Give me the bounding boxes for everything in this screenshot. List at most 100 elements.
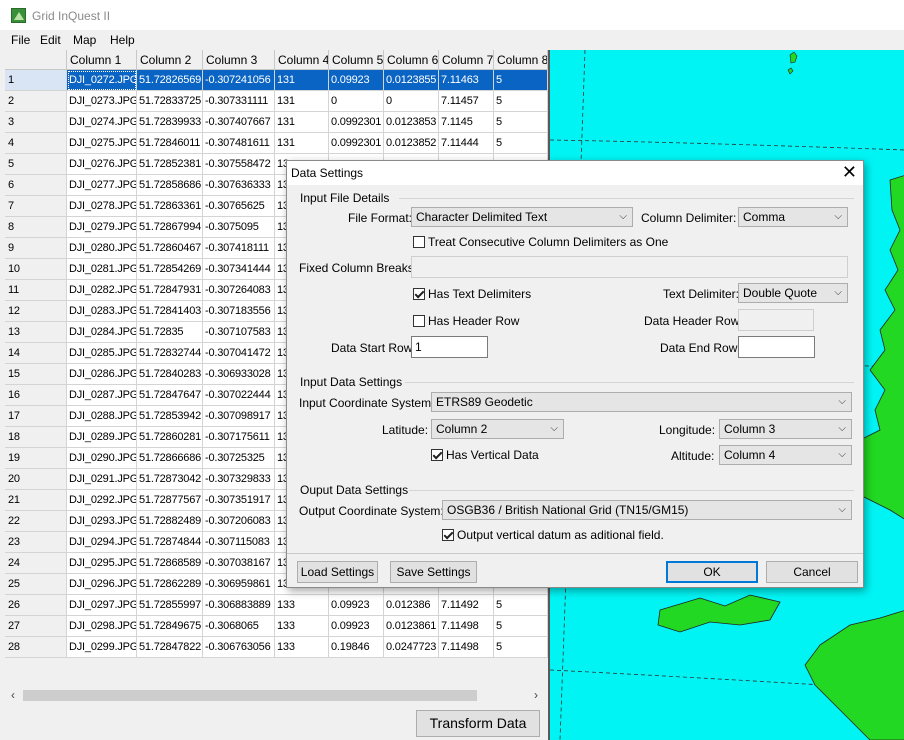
table-row[interactable]: 2 DJI_0273.JPG 51.72833725 -0.307331111 131 0… — [5, 91, 548, 112]
table-cell[interactable]: -0.307351917 — [203, 490, 275, 511]
table-cell[interactable]: 51.72832744 — [137, 343, 203, 364]
table-row[interactable]: 28 DJI_0299.JPG 51.72847822 -0.306763056 133… — [5, 637, 548, 658]
table-cell[interactable]: 51.72847931 — [137, 280, 203, 301]
table-cell[interactable]: 133 — [275, 595, 329, 616]
row-number[interactable]: 27 — [5, 616, 67, 637]
column-header[interactable]: Column 1 — [67, 50, 137, 70]
table-cell[interactable]: -0.307115083 — [203, 532, 275, 553]
table-cell[interactable]: -0.3068065 — [203, 616, 275, 637]
table-cell[interactable]: DJI_0299.JPG — [67, 637, 137, 658]
scrollbar-thumb[interactable] — [23, 690, 477, 701]
row-number[interactable]: 9 — [5, 238, 67, 259]
close-icon[interactable]: ✕ — [842, 162, 857, 182]
table-cell[interactable]: DJI_0274.JPG — [67, 112, 137, 133]
table-cell[interactable]: -0.307636333 — [203, 175, 275, 196]
table-cell[interactable]: 0 — [329, 91, 384, 112]
row-number[interactable]: 10 — [5, 259, 67, 280]
load-settings-button[interactable]: Load Settings — [297, 561, 378, 583]
table-row[interactable]: 26 DJI_0297.JPG 51.72855997 -0.306883889 133… — [5, 595, 548, 616]
scroll-left-icon[interactable]: ‹ — [11, 688, 15, 702]
table-cell[interactable]: 0 — [384, 91, 439, 112]
table-cell[interactable]: DJI_0295.JPG — [67, 553, 137, 574]
save-settings-button[interactable]: Save Settings — [390, 561, 477, 583]
table-cell[interactable]: DJI_0275.JPG — [67, 133, 137, 154]
table-cell[interactable]: 131 — [275, 70, 329, 91]
latitude-select[interactable]: Column 2 ⌵ — [431, 419, 564, 439]
table-cell[interactable]: DJI_0280.JPG — [67, 238, 137, 259]
has-vertical-data-checkbox[interactable] — [431, 449, 443, 461]
table-cell[interactable]: 5 — [494, 70, 548, 91]
row-number[interactable]: 3 — [5, 112, 67, 133]
table-cell[interactable]: 0.0247723 — [384, 637, 439, 658]
table-cell[interactable]: -0.307341444 — [203, 259, 275, 280]
table-cell[interactable]: DJI_0276.JPG — [67, 154, 137, 175]
table-cell[interactable]: 7.11463 — [439, 70, 494, 91]
row-number[interactable]: 26 — [5, 595, 67, 616]
table-cell[interactable]: -0.307558472 — [203, 154, 275, 175]
table-cell[interactable]: 133 — [275, 637, 329, 658]
table-cell[interactable]: -0.307264083 — [203, 280, 275, 301]
row-number[interactable]: 8 — [5, 217, 67, 238]
table-row[interactable]: 4 DJI_0275.JPG 51.72846011 -0.307481611 131 0… — [5, 133, 548, 154]
table-cell[interactable]: 5 — [494, 112, 548, 133]
table-cell[interactable]: 51.72874844 — [137, 532, 203, 553]
row-number[interactable]: 13 — [5, 322, 67, 343]
table-cell[interactable]: 51.72849675 — [137, 616, 203, 637]
table-cell[interactable]: 51.72873042 — [137, 469, 203, 490]
table-cell[interactable]: 51.72840283 — [137, 364, 203, 385]
table-corner-header[interactable] — [5, 50, 67, 70]
transform-data-button[interactable]: Transform Data — [416, 710, 540, 737]
file-format-select[interactable]: Character Delimited Text ⌵ — [411, 207, 633, 227]
table-cell[interactable]: DJI_0285.JPG — [67, 343, 137, 364]
menu-help[interactable]: Help — [110, 33, 135, 47]
altitude-select[interactable]: Column 4 ⌵ — [719, 445, 852, 465]
table-cell[interactable]: 7.11498 — [439, 616, 494, 637]
table-cell[interactable]: 0.19846 — [329, 637, 384, 658]
column-header[interactable]: Column 8 — [494, 50, 548, 70]
column-header[interactable]: Column 5 — [329, 50, 384, 70]
table-cell[interactable]: DJI_0277.JPG — [67, 175, 137, 196]
table-cell[interactable]: DJI_0287.JPG — [67, 385, 137, 406]
row-number[interactable]: 22 — [5, 511, 67, 532]
longitude-select[interactable]: Column 3 ⌵ — [719, 419, 852, 439]
row-number[interactable]: 16 — [5, 385, 67, 406]
table-cell[interactable]: 51.72858686 — [137, 175, 203, 196]
menu-edit[interactable]: Edit — [40, 33, 61, 47]
table-cell[interactable]: 51.72855997 — [137, 595, 203, 616]
input-coordinate-system-select[interactable]: ETRS89 Geodetic ⌵ — [431, 392, 852, 412]
has-header-row-checkbox[interactable] — [413, 315, 425, 327]
table-cell[interactable]: 5 — [494, 91, 548, 112]
row-number[interactable]: 11 — [5, 280, 67, 301]
table-cell[interactable]: -0.3075095 — [203, 217, 275, 238]
table-cell[interactable]: 0.0123852 — [384, 133, 439, 154]
table-cell[interactable]: DJI_0272.JPG — [67, 70, 137, 91]
table-cell[interactable]: 51.72841403 — [137, 301, 203, 322]
table-cell[interactable]: 5 — [494, 595, 548, 616]
table-cell[interactable]: 51.72852381 — [137, 154, 203, 175]
table-cell[interactable]: -0.307175611 — [203, 427, 275, 448]
table-cell[interactable]: -0.307418111 — [203, 238, 275, 259]
output-vertical-datum-checkbox[interactable] — [442, 529, 454, 541]
data-start-row-input[interactable]: 1 — [411, 336, 488, 358]
column-header[interactable]: Column 2 — [137, 50, 203, 70]
table-cell[interactable]: -0.307241056 — [203, 70, 275, 91]
table-cell[interactable]: DJI_0296.JPG — [67, 574, 137, 595]
table-cell[interactable]: DJI_0284.JPG — [67, 322, 137, 343]
table-cell[interactable]: DJI_0291.JPG — [67, 469, 137, 490]
table-cell[interactable]: 0.012386 — [384, 595, 439, 616]
table-cell[interactable]: -0.307098917 — [203, 406, 275, 427]
output-coordinate-system-select[interactable]: OSGB36 / British National Grid (TN15/GM1… — [442, 500, 852, 520]
table-cell[interactable]: 51.72853942 — [137, 406, 203, 427]
table-cell[interactable]: 5 — [494, 133, 548, 154]
has-text-delimiters-checkbox[interactable] — [413, 288, 425, 300]
row-number[interactable]: 19 — [5, 448, 67, 469]
table-cell[interactable]: 51.72847647 — [137, 385, 203, 406]
table-cell[interactable]: -0.306763056 — [203, 637, 275, 658]
data-end-row-input[interactable] — [738, 336, 815, 358]
table-cell[interactable]: 51.72877567 — [137, 490, 203, 511]
table-cell[interactable]: -0.307107583 — [203, 322, 275, 343]
row-number[interactable]: 23 — [5, 532, 67, 553]
table-cell[interactable]: -0.307041472 — [203, 343, 275, 364]
table-cell[interactable]: DJI_0298.JPG — [67, 616, 137, 637]
table-cell[interactable]: 51.72866686 — [137, 448, 203, 469]
